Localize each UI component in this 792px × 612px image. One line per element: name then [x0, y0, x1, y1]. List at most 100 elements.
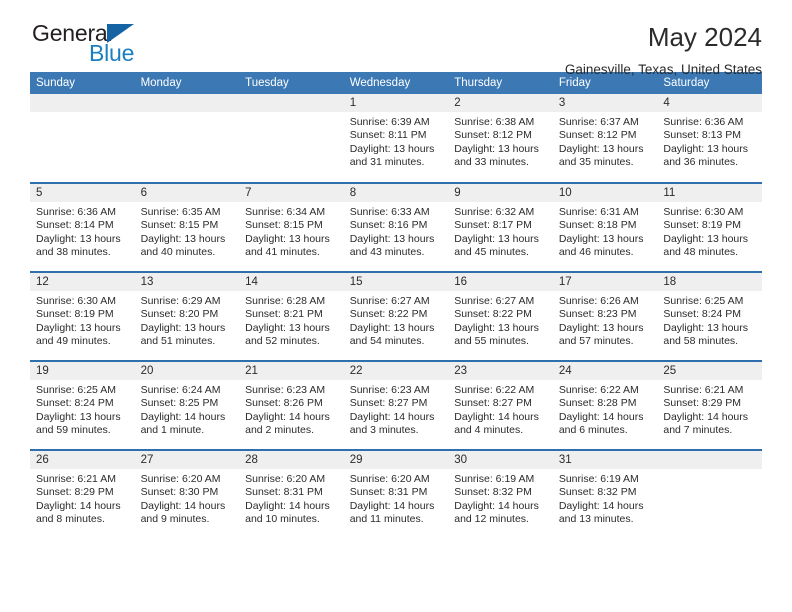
day-details: Sunrise: 6:25 AM Sunset: 8:24 PM Daylight:…	[657, 291, 762, 349]
calendar-day-cell[interactable]: 19 Sunrise: 6:25 AM Sunset: 8:24 PM Dayligh…	[30, 360, 135, 450]
sunset-text: Sunset: 8:27 PM	[349, 397, 428, 410]
day-details: Sunrise: 6:28 AM Sunset: 8:21 PM Daylight:…	[239, 291, 344, 349]
calendar-day-cell[interactable]: 16 Sunrise: 6:27 AM Sunset: 8:22 PM Dayligh…	[448, 271, 553, 361]
calendar-day-cell[interactable]: 20 Sunrise: 6:24 AM Sunset: 8:25 PM Dayligh…	[134, 360, 240, 450]
daylight-text: Daylight: 14 hours and 9 minutes.	[140, 499, 226, 526]
day-details: Sunrise: 6:19 AM Sunset: 8:32 PM Daylight:…	[448, 469, 553, 527]
day-number: 10	[552, 184, 658, 202]
sunrise-text: Sunrise: 6:36 AM	[663, 116, 744, 128]
sunset-text: Sunset: 8:23 PM	[558, 308, 637, 321]
calendar-day-cell[interactable]: 31 Sunrise: 6:19 AM Sunset: 8:32 PM Dayligh…	[552, 449, 658, 539]
sunrise-text: Sunrise: 6:21 AM	[36, 473, 116, 485]
sunrise-text: Sunrise: 6:20 AM	[349, 473, 430, 485]
sunrise-text: Sunrise: 6:29 AM	[140, 295, 221, 307]
page-title: May 2024	[647, 22, 762, 52]
sunset-text: Sunset: 8:24 PM	[663, 308, 742, 321]
sunset-text: Sunset: 8:17 PM	[454, 219, 532, 232]
day-number: 27	[134, 451, 240, 469]
day-number: 21	[239, 362, 344, 380]
sunset-text: Sunset: 8:19 PM	[663, 219, 742, 232]
calendar-week-row: 19 Sunrise: 6:25 AM Sunset: 8:24 PM Dayligh…	[30, 360, 762, 450]
day-details: Sunrise: 6:37 AM Sunset: 8:12 PM Daylight:…	[553, 112, 658, 170]
daylight-text: Daylight: 13 hours and 36 minutes.	[663, 142, 749, 169]
sunset-text: Sunset: 8:13 PM	[663, 129, 742, 142]
day-details: Sunrise: 6:39 AM Sunset: 8:11 PM Daylight:…	[344, 112, 449, 170]
calendar-day-cell[interactable]: 13 Sunrise: 6:29 AM Sunset: 8:20 PM Dayligh…	[134, 271, 240, 361]
sunset-text: Sunset: 8:22 PM	[349, 308, 428, 321]
sunset-text: Sunset: 8:20 PM	[140, 308, 219, 321]
calendar-day-cell[interactable]: 21 Sunrise: 6:23 AM Sunset: 8:26 PM Dayligh…	[239, 360, 344, 450]
calendar-day-cell[interactable]: 2 Sunrise: 6:38 AM Sunset: 8:12 PM Daylight…	[448, 94, 553, 183]
day-number	[239, 94, 344, 112]
daylight-text: Daylight: 13 hours and 57 minutes.	[558, 321, 644, 348]
calendar-day-cell[interactable]: 8 Sunrise: 6:33 AM Sunset: 8:16 PM Daylight…	[343, 182, 449, 272]
calendar-day-cell[interactable]: 23 Sunrise: 6:22 AM Sunset: 8:27 PM Dayligh…	[448, 360, 553, 450]
day-details: Sunrise: 6:27 AM Sunset: 8:22 PM Daylight:…	[344, 291, 449, 349]
sunrise-text: Sunrise: 6:19 AM	[454, 473, 535, 485]
calendar-day-cell[interactable]: 3 Sunrise: 6:37 AM Sunset: 8:12 PM Daylight…	[552, 94, 658, 183]
day-number: 1	[343, 94, 449, 112]
calendar-day-cell[interactable]: 25 Sunrise: 6:21 AM Sunset: 8:29 PM Dayligh…	[657, 360, 762, 450]
day-details: Sunrise: 6:34 AM Sunset: 8:15 PM Daylight:…	[239, 202, 344, 260]
daylight-text: Daylight: 13 hours and 52 minutes.	[245, 321, 330, 348]
day-number: 13	[134, 273, 240, 291]
calendar-day-cell[interactable]: 28 Sunrise: 6:20 AM Sunset: 8:31 PM Dayligh…	[239, 449, 344, 539]
calendar-day-cell-empty	[30, 94, 135, 183]
calendar-day-cell[interactable]: 15 Sunrise: 6:27 AM Sunset: 8:22 PM Dayligh…	[343, 271, 449, 361]
day-details: Sunrise: 6:23 AM Sunset: 8:26 PM Daylight:…	[239, 380, 344, 438]
calendar-day-cell[interactable]: 30 Sunrise: 6:19 AM Sunset: 8:32 PM Dayligh…	[448, 449, 553, 539]
day-details: Sunrise: 6:22 AM Sunset: 8:27 PM Daylight:…	[448, 380, 553, 438]
calendar-day-cell[interactable]: 18 Sunrise: 6:25 AM Sunset: 8:24 PM Dayligh…	[657, 271, 762, 361]
weekday-header-tuesday: Tuesday	[239, 72, 344, 94]
weekday-header-monday: Monday	[134, 72, 240, 94]
sunset-text: Sunset: 8:24 PM	[36, 397, 114, 410]
sunrise-text: Sunrise: 6:35 AM	[140, 206, 221, 218]
calendar-day-cell[interactable]: 26 Sunrise: 6:21 AM Sunset: 8:29 PM Dayligh…	[30, 449, 135, 539]
daylight-text: Daylight: 14 hours and 10 minutes.	[245, 499, 330, 526]
sunrise-text: Sunrise: 6:36 AM	[36, 206, 116, 218]
day-details: Sunrise: 6:36 AM Sunset: 8:14 PM Daylight:…	[30, 202, 135, 260]
daylight-text: Daylight: 14 hours and 3 minutes.	[349, 410, 435, 437]
day-details: Sunrise: 6:38 AM Sunset: 8:12 PM Daylight:…	[448, 112, 553, 170]
calendar-day-cell[interactable]: 4 Sunrise: 6:36 AM Sunset: 8:13 PM Daylight…	[657, 94, 762, 183]
calendar-day-cell[interactable]: 12 Sunrise: 6:30 AM Sunset: 8:19 PM Dayligh…	[30, 271, 135, 361]
calendar-day-cell[interactable]: 9 Sunrise: 6:32 AM Sunset: 8:17 PM Daylight…	[448, 182, 553, 272]
sunrise-text: Sunrise: 6:37 AM	[558, 116, 639, 128]
calendar-day-cell[interactable]: 29 Sunrise: 6:20 AM Sunset: 8:31 PM Dayligh…	[343, 449, 449, 539]
calendar-day-cell[interactable]: 14 Sunrise: 6:28 AM Sunset: 8:21 PM Dayligh…	[239, 271, 344, 361]
calendar-day-cell[interactable]: 6 Sunrise: 6:35 AM Sunset: 8:15 PM Daylight…	[134, 182, 240, 272]
calendar-day-cell[interactable]: 10 Sunrise: 6:31 AM Sunset: 8:18 PM Dayligh…	[552, 182, 658, 272]
calendar-day-cell[interactable]: 27 Sunrise: 6:20 AM Sunset: 8:30 PM Dayligh…	[134, 449, 240, 539]
calendar-day-cell[interactable]: 7 Sunrise: 6:34 AM Sunset: 8:15 PM Daylight…	[239, 182, 344, 272]
generalblue-logo[interactable]: General Blue	[30, 22, 170, 70]
day-details: Sunrise: 6:21 AM Sunset: 8:29 PM Daylight:…	[657, 380, 762, 438]
calendar-day-cell[interactable]: 22 Sunrise: 6:23 AM Sunset: 8:27 PM Dayligh…	[343, 360, 449, 450]
sunset-text: Sunset: 8:31 PM	[245, 486, 323, 499]
sunset-text: Sunset: 8:16 PM	[349, 219, 428, 232]
calendar-day-cell[interactable]: 24 Sunrise: 6:22 AM Sunset: 8:28 PM Dayligh…	[552, 360, 658, 450]
daylight-text: Daylight: 13 hours and 48 minutes.	[663, 232, 749, 259]
sunset-text: Sunset: 8:11 PM	[349, 129, 427, 142]
calendar-day-cell[interactable]: 5 Sunrise: 6:36 AM Sunset: 8:14 PM Daylight…	[30, 182, 135, 272]
day-details: Sunrise: 6:24 AM Sunset: 8:25 PM Daylight:…	[135, 380, 240, 438]
sunrise-text: Sunrise: 6:23 AM	[245, 384, 326, 396]
sunset-text: Sunset: 8:12 PM	[558, 129, 637, 142]
daylight-text: Daylight: 14 hours and 12 minutes.	[454, 499, 539, 526]
day-details: Sunrise: 6:29 AM Sunset: 8:20 PM Daylight:…	[135, 291, 240, 349]
day-number: 29	[343, 451, 449, 469]
calendar-week-row: 5 Sunrise: 6:36 AM Sunset: 8:14 PM Daylight…	[30, 182, 762, 272]
day-number: 8	[343, 184, 449, 202]
sunrise-text: Sunrise: 6:39 AM	[349, 116, 430, 128]
sunrise-text: Sunrise: 6:34 AM	[245, 206, 326, 218]
sunset-text: Sunset: 8:18 PM	[558, 219, 637, 232]
sunrise-text: Sunrise: 6:24 AM	[140, 384, 221, 396]
daylight-text: Daylight: 13 hours and 38 minutes.	[36, 232, 121, 259]
calendar-day-cell[interactable]: 11 Sunrise: 6:30 AM Sunset: 8:19 PM Dayligh…	[657, 182, 762, 272]
sunrise-text: Sunrise: 6:27 AM	[349, 295, 430, 307]
calendar-day-cell[interactable]: 17 Sunrise: 6:26 AM Sunset: 8:23 PM Dayligh…	[552, 271, 658, 361]
day-number	[134, 94, 240, 112]
day-number: 28	[239, 451, 344, 469]
day-number: 18	[657, 273, 762, 291]
sunset-text: Sunset: 8:15 PM	[140, 219, 219, 232]
calendar-day-cell[interactable]: 1 Sunrise: 6:39 AM Sunset: 8:11 PM Daylight…	[343, 94, 449, 183]
